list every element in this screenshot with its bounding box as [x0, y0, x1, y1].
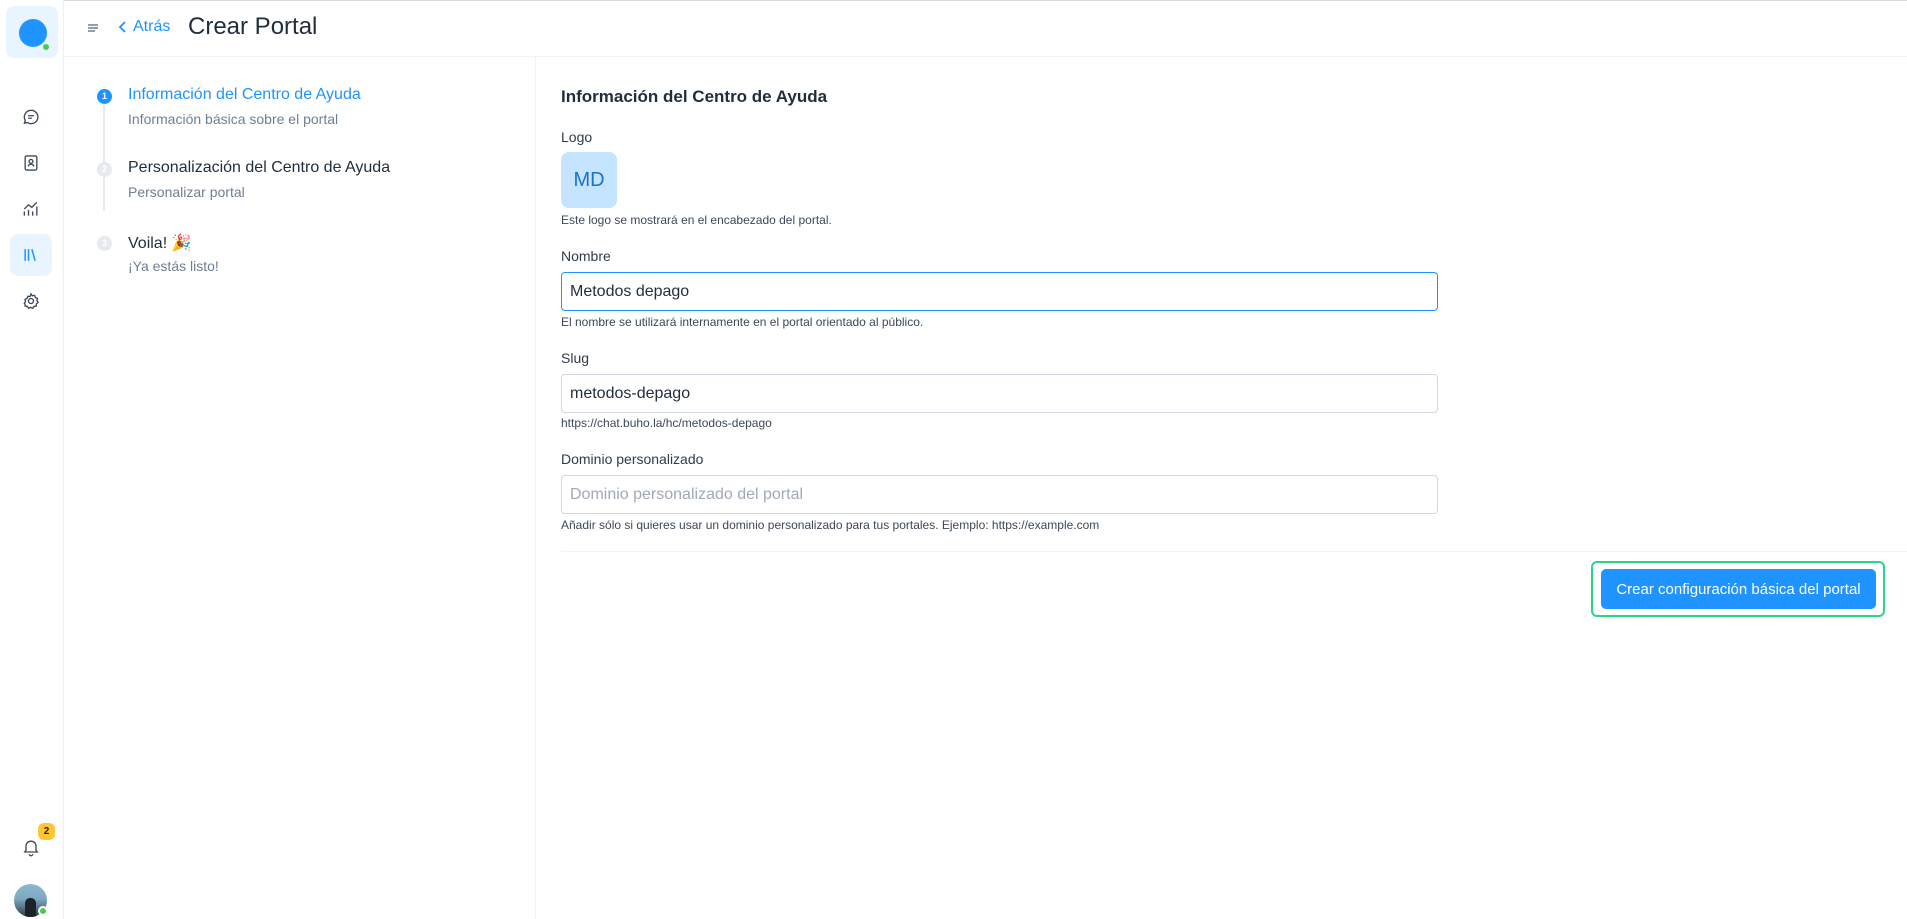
page-title: Crear Portal	[188, 13, 318, 40]
back-button[interactable]: Atrás	[116, 18, 170, 36]
sidebar-item-help-center[interactable]	[10, 234, 52, 276]
stepper-connector-line	[103, 89, 105, 211]
sidebar-item-reports[interactable]	[10, 188, 52, 230]
logo-upload[interactable]: MD	[561, 152, 617, 208]
logo-initials: MD	[573, 168, 605, 191]
form-footer-divider	[561, 551, 1907, 552]
chevron-left-icon	[118, 21, 126, 33]
step-number: 1	[97, 89, 112, 104]
reports-chart-icon	[23, 201, 38, 216]
custom-domain-help-text: Añadir sólo si quieres usar un dominio p…	[561, 518, 1100, 532]
sidebar-item-settings[interactable]	[10, 280, 52, 322]
section-title: Información del Centro de Ayuda	[561, 87, 828, 106]
name-help-text: El nombre se utilizará internamente en e…	[561, 315, 924, 329]
logo-help-text: Este logo se mostrará en el encabezado d…	[561, 213, 832, 227]
contacts-book-icon	[24, 155, 38, 171]
step-subtitle: ¡Ya estás listo!	[128, 258, 219, 274]
wizard-steps: 1 Información del Centro de Ayuda Inform…	[64, 57, 536, 919]
step-subtitle: Personalizar portal	[128, 184, 245, 200]
step-title[interactable]: Voila! 🎉	[128, 233, 192, 253]
bell-icon	[23, 840, 39, 857]
name-label: Nombre	[561, 248, 611, 264]
step-title[interactable]: Personalización del Centro de Ayuda	[128, 159, 390, 177]
page-header: Atrás Crear Portal	[64, 0, 1907, 57]
step-subtitle: Información básica sobre el portal	[128, 111, 339, 127]
notifications-count-badge: 2	[38, 823, 55, 840]
primary-sidebar: 2	[0, 0, 64, 919]
logo-label: Logo	[561, 129, 593, 145]
step-title[interactable]: Información del Centro de Ayuda	[128, 86, 361, 104]
back-button-label: Atrás	[133, 18, 171, 35]
sidebar-item-conversations[interactable]	[10, 96, 52, 138]
library-books-icon	[24, 248, 36, 262]
custom-domain-input[interactable]	[561, 475, 1438, 514]
name-input[interactable]	[561, 272, 1438, 311]
custom-domain-label: Dominio personalizado	[561, 451, 704, 467]
hamburger-menu-icon[interactable]	[86, 21, 100, 35]
step-number: 2	[97, 162, 112, 177]
brand-logo[interactable]	[6, 6, 58, 58]
chat-bubble-icon	[23, 109, 39, 125]
gear-icon	[23, 292, 39, 310]
slug-url-preview: https://chat.buho.la/hc/metodos-depago	[561, 416, 772, 430]
avatar-online-status-dot	[38, 906, 48, 916]
create-portal-basic-config-button[interactable]: Crear configuración básica del portal	[1601, 569, 1876, 609]
submit-button-focus-ring: Crear configuración básica del portal	[1591, 561, 1885, 617]
slug-label: Slug	[561, 350, 590, 366]
sidebar-item-contacts[interactable]	[10, 142, 52, 184]
slug-input[interactable]	[561, 374, 1438, 413]
step-number: 3	[97, 236, 112, 251]
online-status-dot	[41, 42, 51, 52]
